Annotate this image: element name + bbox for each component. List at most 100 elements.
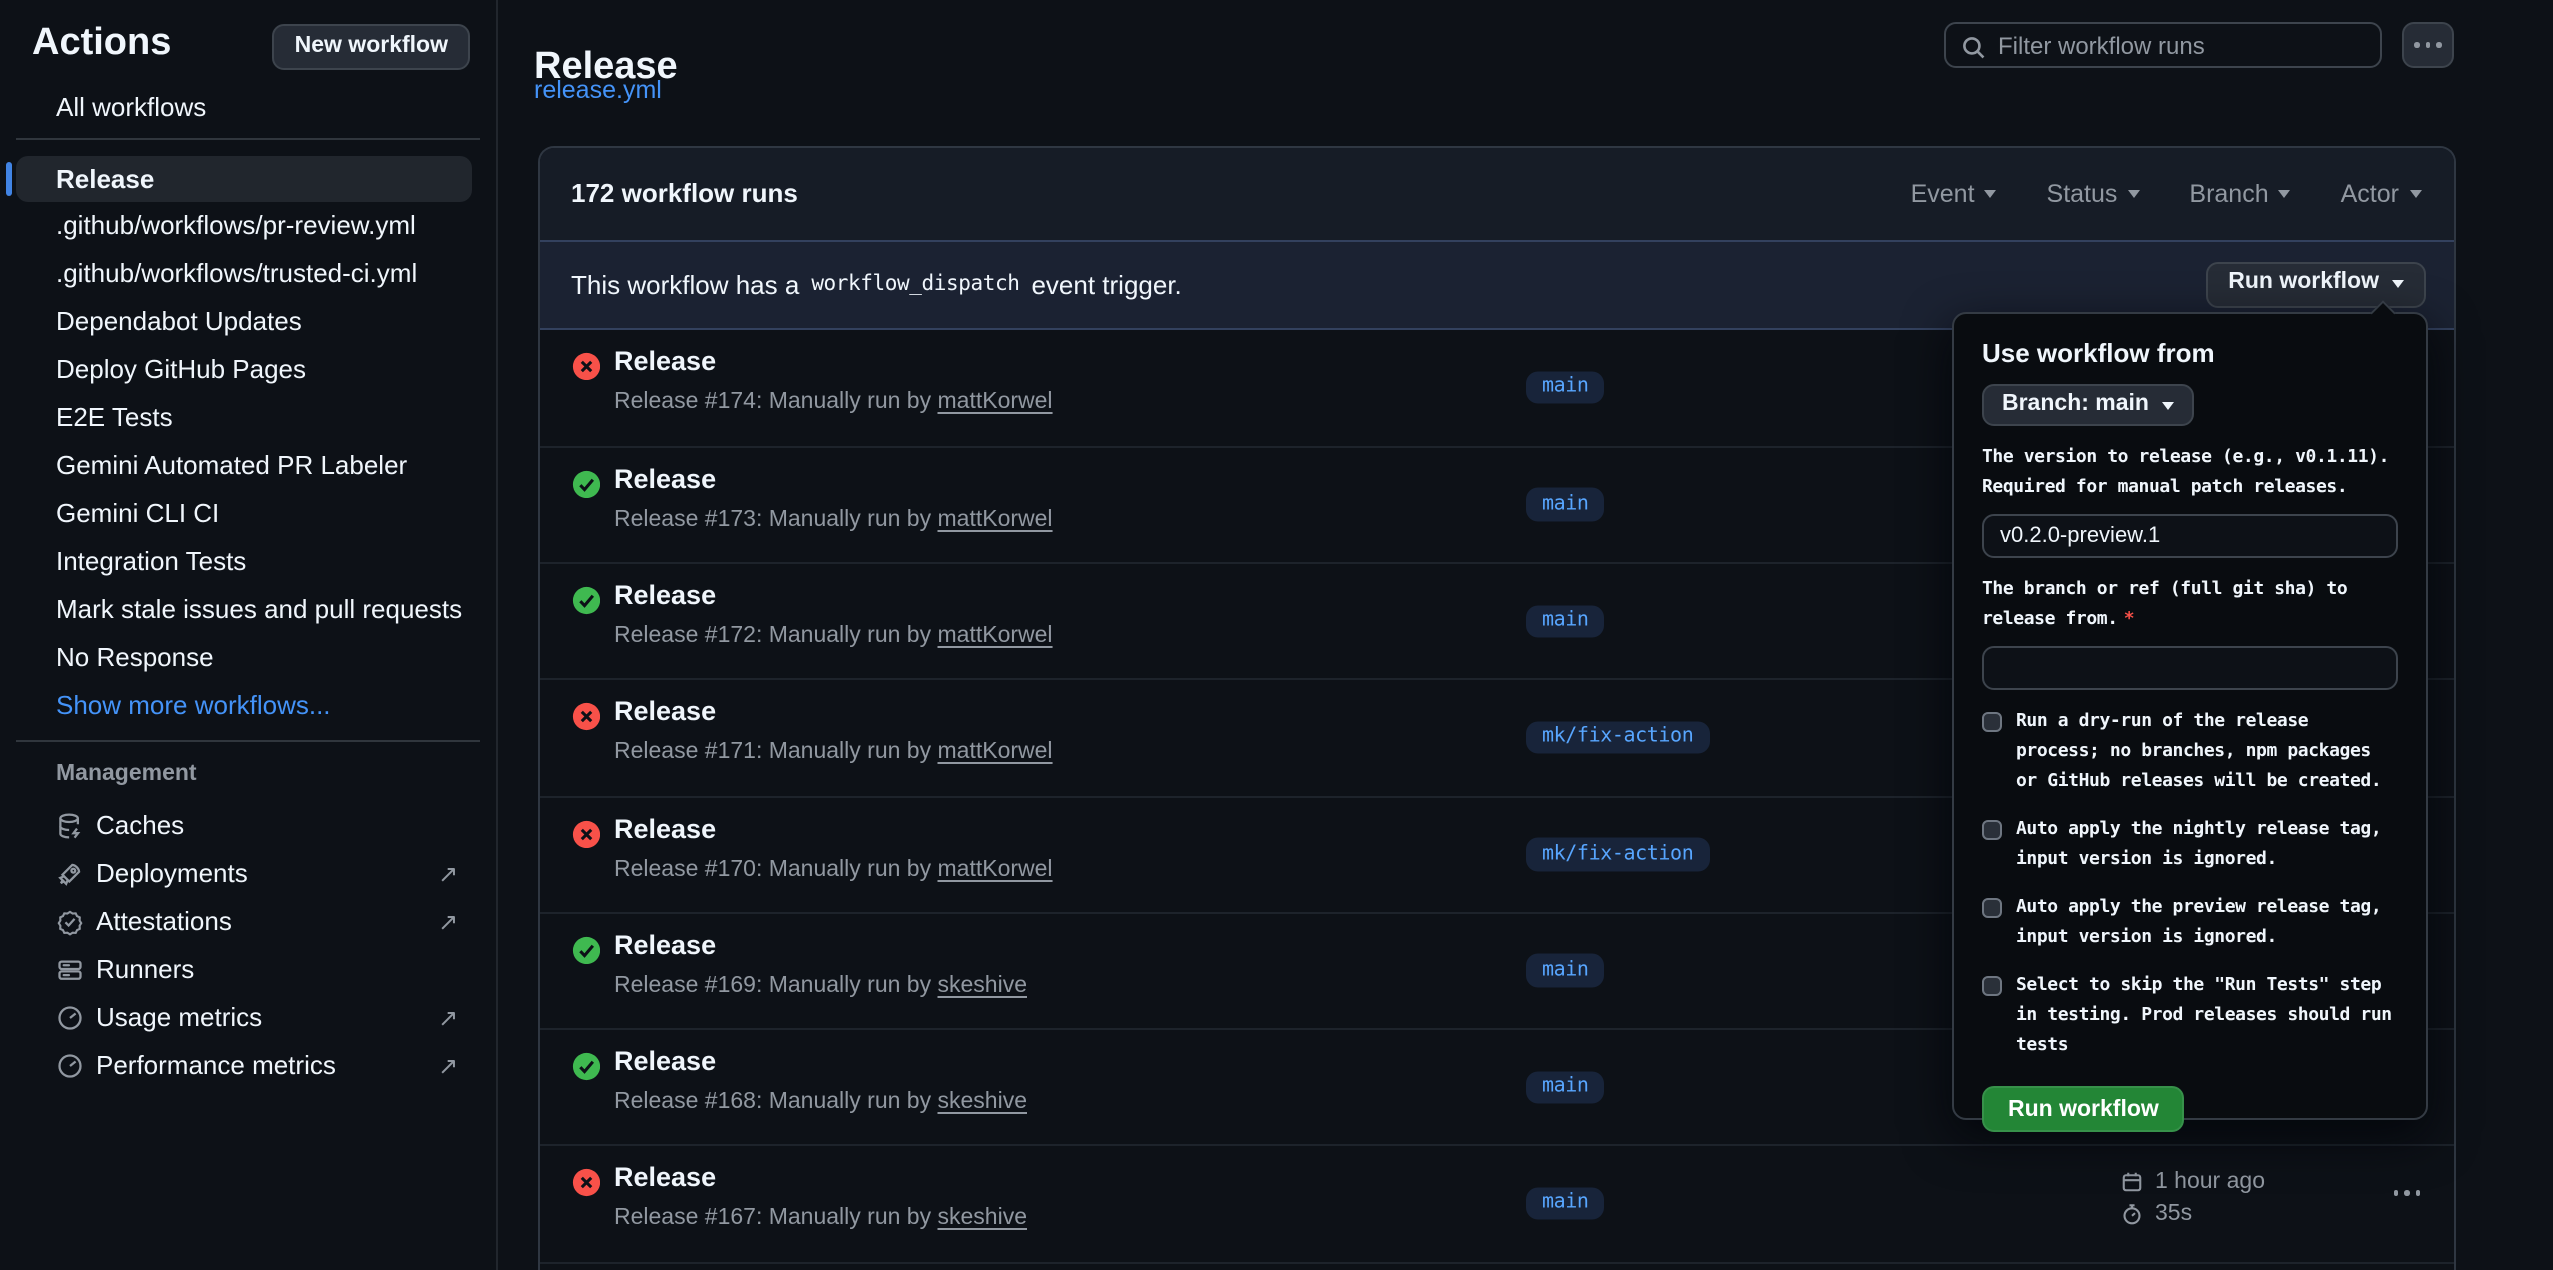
sidebar-item-workflow[interactable]: Dependabot Updates — [56, 298, 480, 346]
show-more-workflows-link[interactable]: Show more workflows... — [56, 682, 480, 730]
actor-link[interactable]: skeshive — [938, 974, 1028, 998]
branch-select-button[interactable]: Branch: main — [1982, 384, 2193, 426]
run-title-link[interactable]: Release — [614, 1159, 716, 1199]
filter-workflow-runs-search — [1944, 22, 2382, 68]
verified-icon — [56, 908, 84, 936]
preview-tag-checkbox-row: Auto apply the preview release tag, inpu… — [1982, 894, 2398, 954]
sidebar-item-performance-metrics[interactable]: Performance metrics ↗ — [0, 1042, 496, 1090]
sidebar-item-runners[interactable]: Runners — [0, 946, 496, 994]
ref-field-label: The branch or ref (full git sha) to rele… — [1982, 576, 2398, 636]
sidebar-divider — [16, 740, 480, 742]
checkbox[interactable] — [1982, 712, 2002, 732]
skip-tests-checkbox-row: Select to skip the "Run Tests" step in t… — [1982, 972, 2398, 1062]
kebab-icon — [2387, 1191, 2427, 1196]
sidebar-item-workflow[interactable]: E2E Tests — [56, 394, 480, 442]
version-input[interactable] — [1982, 514, 2398, 558]
sidebar-item-workflow[interactable]: Mark stale issues and pull requests — [56, 586, 480, 634]
sidebar-item-label: Performance metrics — [96, 1042, 336, 1090]
actor-link[interactable]: skeshive — [938, 1090, 1028, 1114]
sidebar-item-deployments[interactable]: Deployments ↗ — [0, 850, 496, 898]
run-title-link[interactable]: Release — [614, 809, 716, 849]
run-meta: 1 hour ago 35s — [2119, 1167, 2265, 1231]
status-failure-icon — [571, 1169, 600, 1198]
run-title-link[interactable]: Release — [614, 1042, 716, 1082]
dry-run-checkbox-row: Run a dry-run of the release process; no… — [1982, 708, 2398, 798]
run-description: Release #171: Manually run by mattKorwel — [614, 737, 1053, 769]
branch-badge[interactable]: main — [1526, 1187, 1605, 1220]
filter-branch[interactable]: Branch — [2189, 179, 2290, 207]
external-link-icon: ↗ — [438, 898, 458, 946]
sidebar-item-release-selected[interactable]: Release — [16, 156, 472, 202]
external-link-icon: ↗ — [438, 850, 458, 898]
run-title-link[interactable]: Release — [614, 926, 716, 966]
run-description: Release #172: Manually run by mattKorwel — [614, 620, 1053, 652]
sidebar-item-label: Release — [56, 156, 154, 202]
actor-link[interactable]: mattKorwel — [938, 508, 1053, 532]
workflow-run-row[interactable]: Release Release #167: Manually run by sk… — [539, 1145, 2453, 1262]
branch-badge[interactable]: mk/fix-action — [1526, 838, 1709, 871]
branch-badge[interactable]: main — [1526, 488, 1605, 521]
run-workflow-popup: Use workflow from Branch: main The versi… — [1952, 312, 2428, 1120]
server-icon — [56, 956, 84, 984]
status-success-icon — [571, 936, 600, 965]
sidebar-item-label: Attestations — [96, 898, 232, 946]
sidebar-item-attestations[interactable]: Attestations ↗ — [0, 898, 496, 946]
sidebar-item-label: Deployments — [96, 850, 248, 898]
actor-link[interactable]: mattKorwel — [938, 389, 1053, 413]
status-failure-icon — [571, 351, 600, 380]
sidebar-item-workflow[interactable]: .github/workflows/trusted-ci.yml — [56, 250, 480, 298]
sidebar-item-workflow[interactable]: No Response — [56, 634, 480, 682]
branch-badge[interactable]: mk/fix-action — [1526, 721, 1709, 754]
ref-input[interactable] — [1982, 646, 2398, 690]
meter-icon — [56, 1004, 84, 1032]
checkbox[interactable] — [1982, 820, 2002, 840]
new-workflow-button[interactable]: New workflow — [273, 24, 470, 70]
run-description: Release #170: Manually run by mattKorwel — [614, 853, 1053, 885]
run-title-link[interactable]: Release — [614, 693, 716, 733]
filter-event[interactable]: Event — [1911, 179, 1997, 207]
sidebar-item-workflow[interactable]: Gemini CLI CI — [56, 490, 480, 538]
run-description: Release #168: Manually run by skeshive — [614, 1086, 1027, 1118]
branch-badge[interactable]: main — [1526, 1071, 1605, 1104]
sidebar-item-label: Caches — [96, 802, 184, 850]
sidebar-item-workflow[interactable]: Gemini Automated PR Labeler — [56, 442, 480, 490]
selected-indicator-bar — [6, 162, 12, 196]
sidebar-item-workflow[interactable]: .github/workflows/pr-review.yml — [56, 202, 480, 250]
run-workflow-submit-button[interactable]: Run workflow — [1982, 1086, 2185, 1132]
meter-icon — [56, 1052, 84, 1080]
external-link-icon: ↗ — [438, 994, 458, 1042]
header-kebab-menu-button[interactable] — [2402, 22, 2454, 68]
filter-actor[interactable]: Actor — [2341, 179, 2421, 207]
branch-badge[interactable]: main — [1526, 954, 1605, 987]
checkbox-label: Auto apply the nightly release tag, inpu… — [2016, 816, 2381, 876]
branch-badge[interactable]: main — [1526, 371, 1605, 404]
run-title-link[interactable]: Release — [614, 576, 716, 616]
sidebar-item-all-workflows[interactable]: All workflows — [56, 90, 206, 126]
run-description: Release #167: Manually run by skeshive — [614, 1203, 1027, 1235]
sidebar-item-workflow[interactable]: Integration Tests — [56, 538, 480, 586]
run-workflow-dropdown-button[interactable]: Run workflow — [2206, 261, 2425, 307]
search-icon — [1960, 33, 1988, 61]
run-title-link[interactable]: Release — [614, 341, 716, 381]
actor-link[interactable]: mattKorwel — [938, 624, 1053, 648]
run-description: Release #169: Manually run by skeshive — [614, 970, 1027, 1002]
run-kebab-menu-button[interactable] — [2387, 1191, 2427, 1219]
sidebar-item-caches[interactable]: Caches — [0, 802, 496, 850]
checkbox[interactable] — [1982, 976, 2002, 996]
workflow-file-link[interactable]: release.yml — [534, 76, 662, 104]
checkbox-label: Run a dry-run of the release process; no… — [2016, 708, 2381, 798]
sidebar-divider — [16, 138, 480, 140]
checkbox[interactable] — [1982, 898, 2002, 918]
filter-status[interactable]: Status — [2047, 179, 2140, 207]
branch-badge[interactable]: main — [1526, 605, 1605, 638]
actor-link[interactable]: mattKorwel — [938, 741, 1053, 765]
sidebar-item-workflow[interactable]: Deploy GitHub Pages — [56, 346, 480, 394]
actor-link[interactable]: mattKorwel — [938, 857, 1053, 881]
run-title-link[interactable]: Release — [614, 460, 716, 500]
sidebar-item-usage-metrics[interactable]: Usage metrics ↗ — [0, 994, 496, 1042]
status-success-icon — [571, 1052, 600, 1081]
actor-link[interactable]: skeshive — [938, 1207, 1028, 1231]
checkbox-label: Auto apply the preview release tag, inpu… — [2016, 894, 2381, 954]
stopwatch-icon — [2119, 1203, 2143, 1227]
search-input[interactable] — [1994, 24, 2370, 66]
